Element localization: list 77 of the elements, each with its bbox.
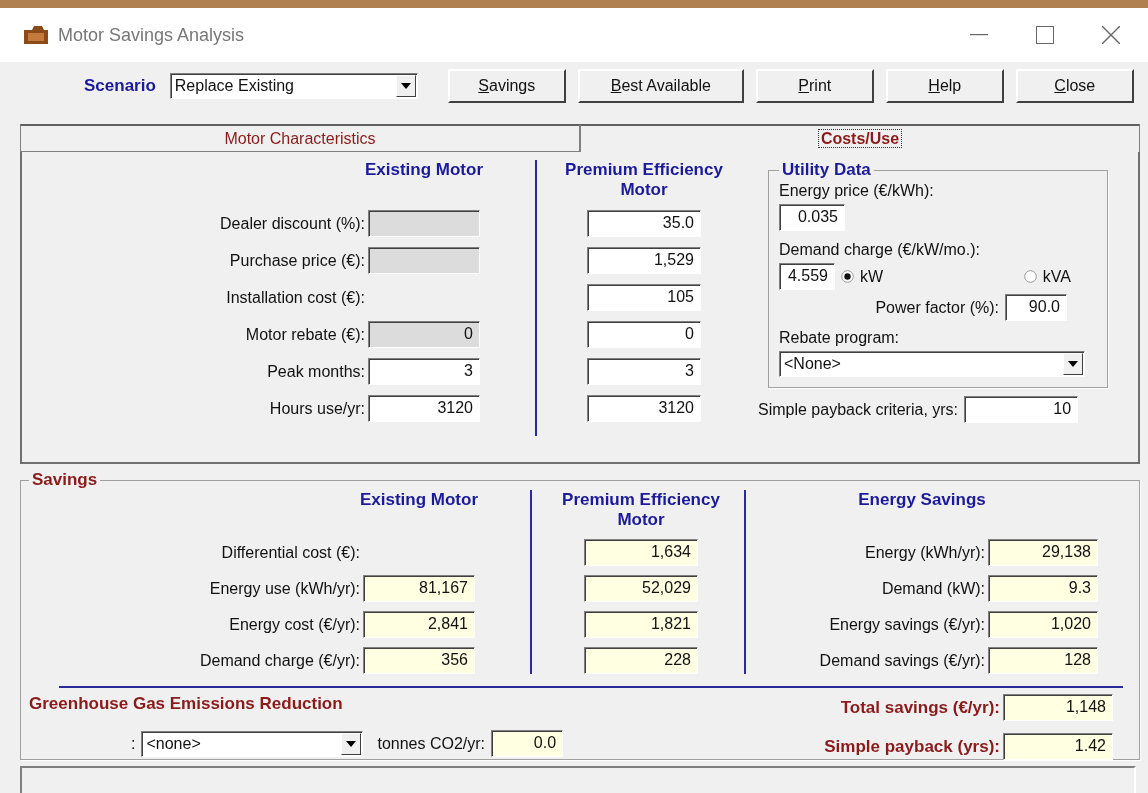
rebate-dropdown[interactable]: <None>: [779, 351, 1085, 377]
input-field[interactable]: 35.0: [587, 210, 701, 237]
toolbar-button[interactable]: Best Available: [577, 69, 744, 103]
group-title: Utility Data: [781, 160, 872, 180]
field-label: Purchase price (€):: [228, 251, 366, 270]
column-heading: Existing Motor: [364, 160, 484, 180]
app-icon: [22, 24, 50, 46]
input-field[interactable]: 105: [587, 284, 701, 311]
section-title: Greenhouse Gas Emissions Reduction: [29, 694, 344, 714]
radio-button[interactable]: kW: [841, 267, 884, 286]
field-label: Installation cost (€):: [225, 288, 366, 307]
output-field: 29,138: [988, 539, 1098, 566]
input-field[interactable]: 0: [587, 321, 701, 348]
output-field: 2,841: [363, 611, 475, 638]
field-label: Energy use (kWh/yr):: [208, 579, 361, 598]
input-field[interactable]: 90.0: [1005, 294, 1067, 321]
output-field: 1.42: [1003, 733, 1113, 760]
input-field[interactable]: 3120: [368, 395, 480, 422]
total-label: Simple payback (yrs):: [824, 736, 1001, 757]
field-label: Energy cost (€/yr):: [228, 615, 361, 634]
output-field: 81,167: [363, 575, 475, 602]
radio-icon[interactable]: [1023, 270, 1037, 283]
output-field: 356: [363, 647, 475, 674]
field-label: Demand (kW):: [880, 579, 986, 598]
output-field: 0.0: [491, 730, 564, 757]
field-label: :: [131, 734, 136, 753]
column-heading: Premium Efficiency Motor: [564, 160, 724, 200]
field-label: Power factor (%):: [875, 298, 999, 317]
field-label: Dealer discount (%):: [219, 214, 366, 233]
output-field: 128: [988, 647, 1098, 674]
field-label: Motor rebate (€):: [244, 325, 366, 344]
scenario-label: Scenario: [84, 76, 156, 96]
input-field[interactable]: 4.559: [779, 263, 835, 290]
maximize-icon[interactable]: [1036, 26, 1054, 44]
output-field: 9.3: [988, 575, 1098, 602]
input-field[interactable]: 3: [587, 358, 701, 385]
toolbar-button[interactable]: Savings: [447, 69, 566, 103]
total-label: Total savings (€/yr):: [839, 697, 1001, 718]
output-field: 1,821: [584, 611, 698, 638]
input-field[interactable]: 0.035: [779, 204, 845, 231]
tab[interactable]: Motor Characteristics: [20, 124, 580, 152]
radio-icon[interactable]: [841, 270, 854, 283]
window-title: Motor Savings Analysis: [58, 24, 246, 46]
tab[interactable]: Costs/Use: [580, 124, 1140, 152]
column-heading: Energy Savings: [858, 490, 986, 510]
toolbar-button[interactable]: Print: [755, 69, 874, 103]
column-heading: Existing Motor: [359, 490, 479, 510]
output-field: 1,148: [1003, 694, 1113, 721]
close-icon[interactable]: [1102, 26, 1120, 44]
field-label: Energy (kWh/yr):: [864, 543, 986, 562]
field-label: Energy price (€/kWh):: [779, 182, 935, 200]
radio-button[interactable]: kVA: [1023, 267, 1071, 286]
field-label: Demand savings (€/yr):: [818, 651, 986, 670]
field-label: Differential cost (€):: [220, 543, 361, 562]
field-label: tonnes CO2/yr:: [377, 734, 486, 753]
field-label: Peak months:: [266, 362, 366, 381]
input-field[interactable]: 3: [368, 358, 480, 385]
column-heading: Premium Efficiency Motor: [561, 490, 721, 530]
input-field[interactable]: 10: [964, 396, 1079, 423]
group-title: Savings: [31, 470, 99, 490]
output-field: 1,020: [988, 611, 1098, 638]
emissions-dropdown[interactable]: <none>: [141, 730, 364, 757]
field-label: Energy savings (€/yr):: [828, 615, 986, 634]
field-label: Demand charge (€/kW/mo.):: [779, 241, 981, 259]
input-field[interactable]: 1,529: [587, 247, 701, 274]
field-label: Demand charge (€/yr):: [198, 651, 361, 670]
toolbar-button[interactable]: Close: [1015, 69, 1134, 103]
scenario-dropdown[interactable]: Replace Existing: [169, 73, 418, 99]
minimize-icon[interactable]: [970, 34, 988, 36]
field-label: Hours use/yr:: [268, 399, 366, 418]
field-label: Rebate program:: [779, 329, 901, 347]
toolbar-button[interactable]: Help: [885, 69, 1004, 103]
output-field: 1,634: [584, 539, 698, 566]
input-field[interactable]: 3120: [587, 395, 701, 422]
field-label: Simple payback criteria, yrs:: [758, 400, 959, 419]
output-field: 52,029: [584, 575, 698, 602]
output-field: 228: [584, 647, 698, 674]
